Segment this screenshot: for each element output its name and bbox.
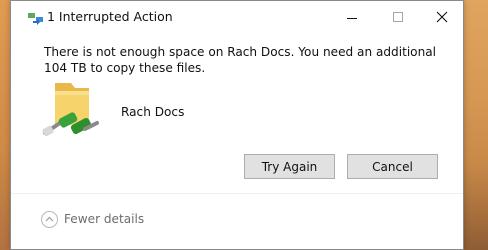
desktop-background-left	[0, 0, 10, 250]
maximize-icon	[393, 12, 403, 22]
footer-divider	[11, 193, 463, 194]
title-bar[interactable]: 1 Interrupted Action	[11, 1, 463, 33]
try-again-button[interactable]: Try Again	[244, 154, 335, 179]
minimize-icon	[347, 17, 357, 19]
close-icon	[436, 11, 448, 23]
folder-network-icon	[41, 81, 101, 141]
copy-transfer-icon	[27, 10, 45, 25]
interrupted-action-dialog: 1 Interrupted Action There is not enough…	[10, 0, 464, 250]
cancel-button[interactable]: Cancel	[347, 154, 438, 179]
fewer-details-toggle[interactable]: Fewer details	[41, 209, 144, 229]
destination-name: Rach Docs	[121, 105, 185, 119]
close-button[interactable]	[419, 1, 465, 33]
window-title: 1 Interrupted Action	[47, 9, 173, 24]
maximize-button[interactable]	[375, 1, 421, 33]
destination-item: Rach Docs	[41, 75, 241, 139]
minimize-button[interactable]	[329, 1, 375, 33]
error-message: There is not enough space on Rach Docs. …	[44, 45, 437, 75]
chevron-up-icon	[41, 210, 58, 228]
fewer-details-label: Fewer details	[64, 212, 145, 226]
